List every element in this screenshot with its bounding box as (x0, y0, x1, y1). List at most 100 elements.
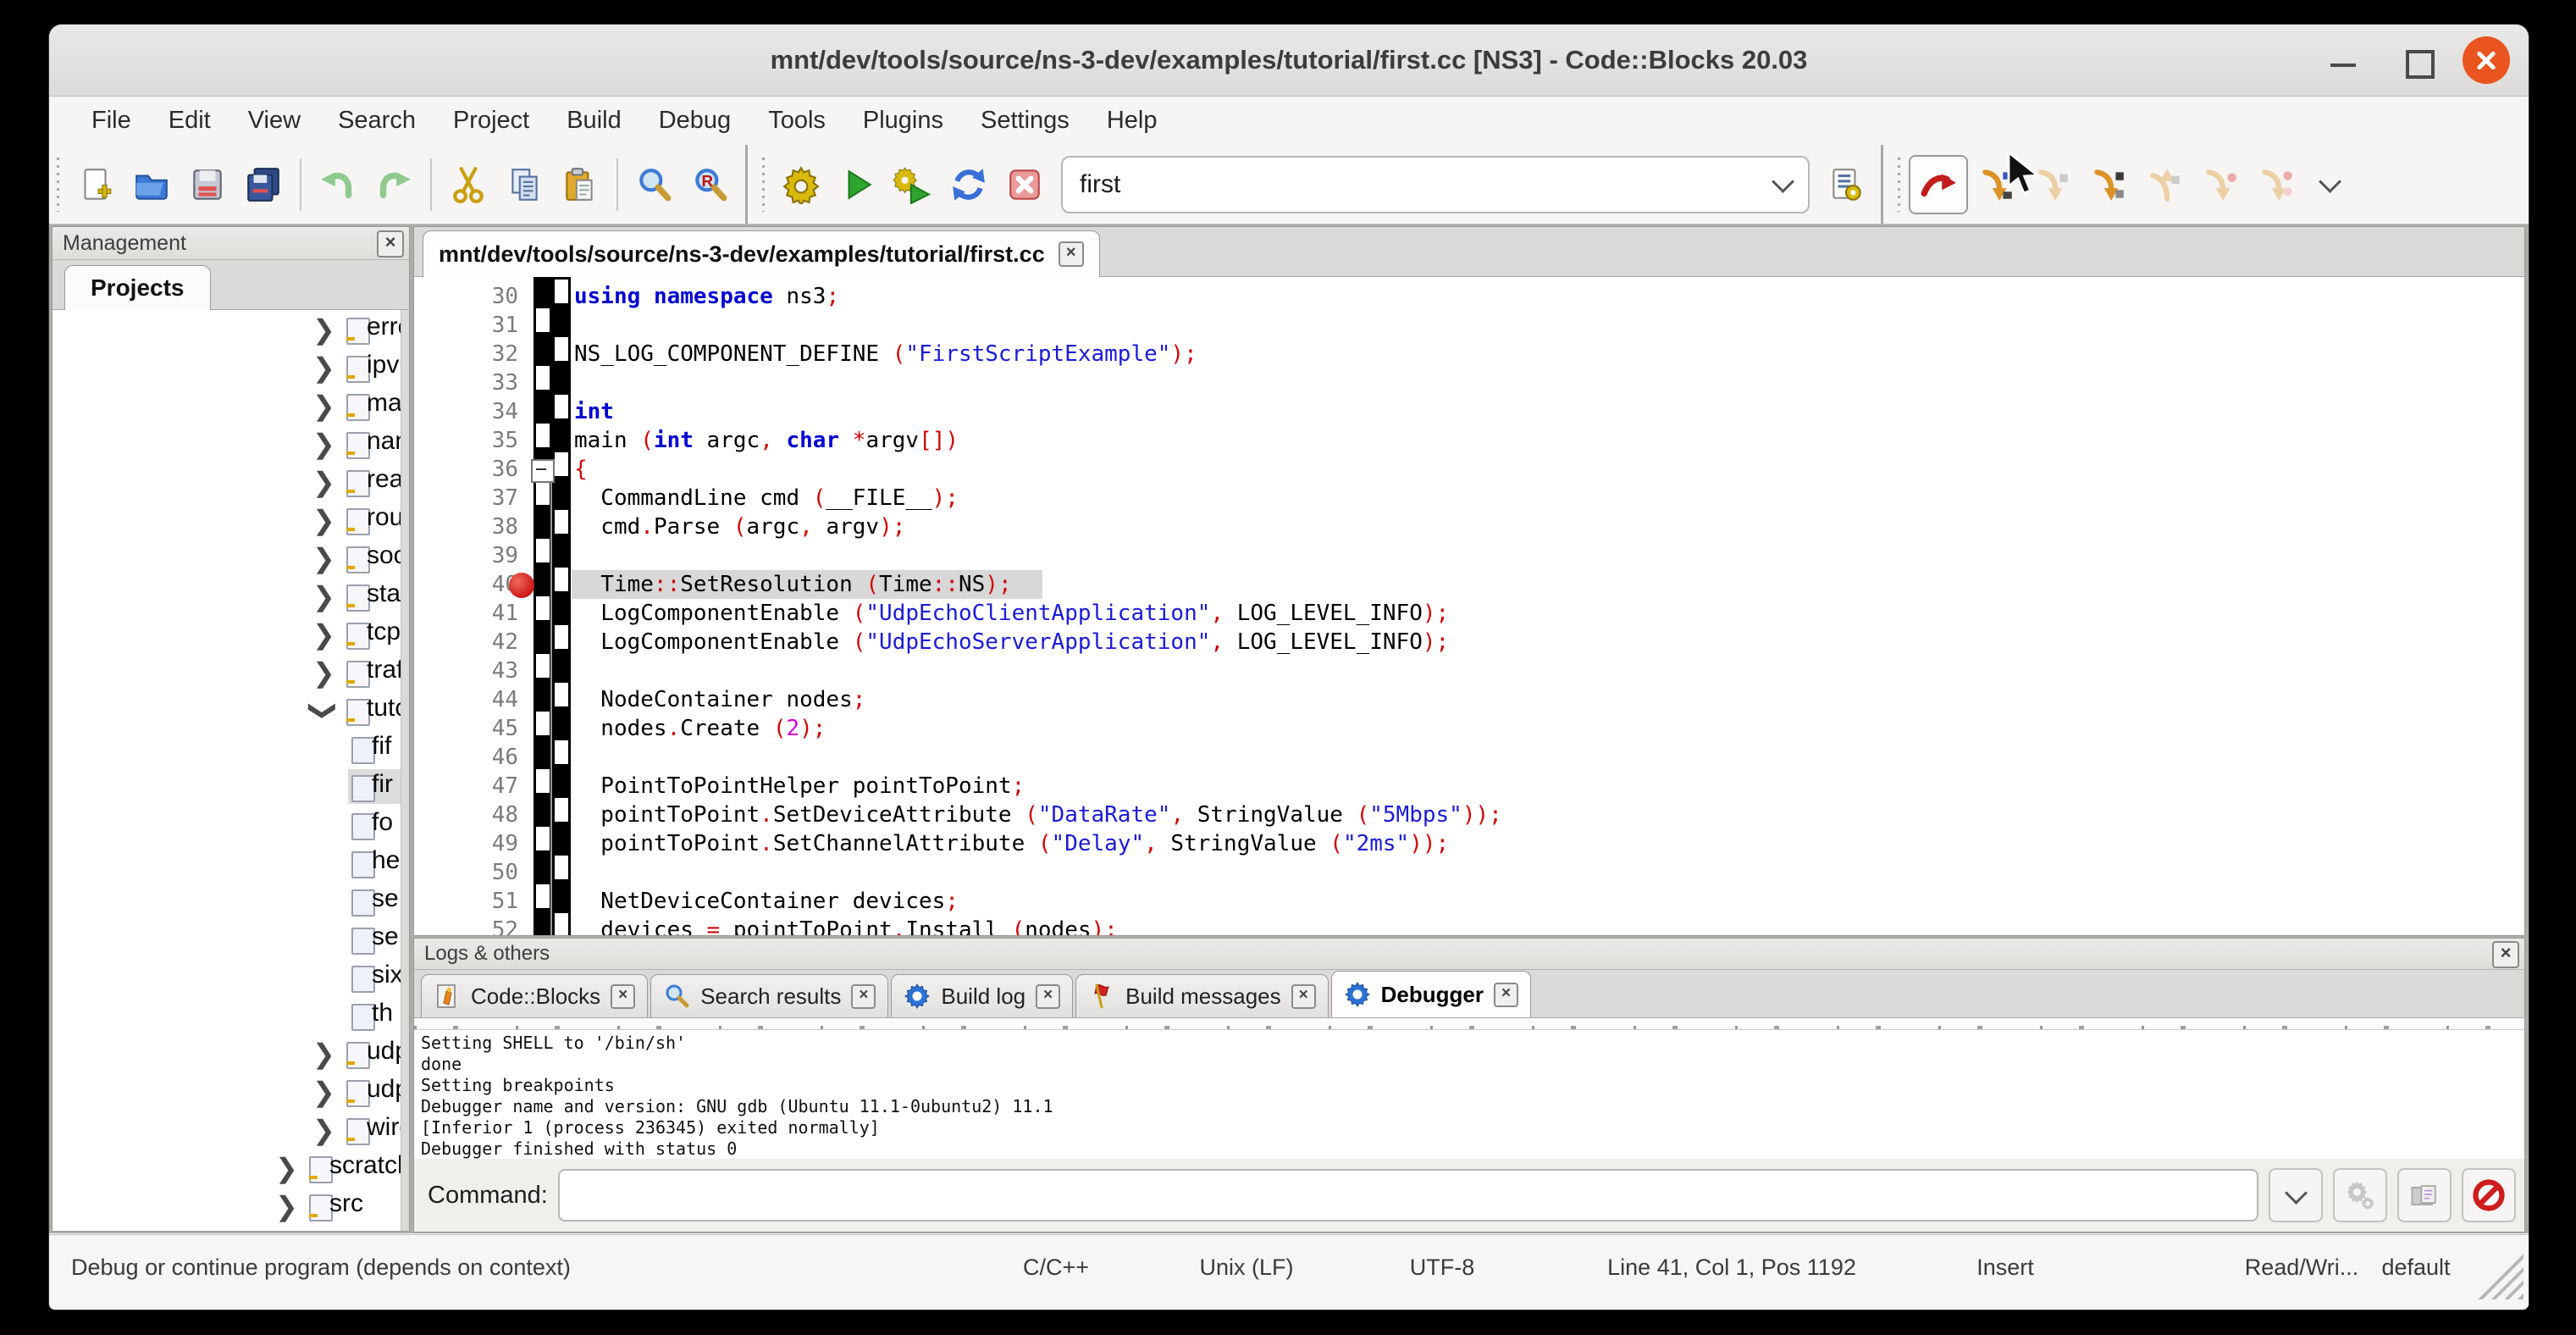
code-line-47[interactable]: 47 PointToPointHelper pointToPoint; (414, 772, 2524, 800)
menu-edit[interactable]: Edit (150, 97, 229, 145)
debugger-log[interactable]: Setting SHELL to '/bin/sh'doneSetting br… (414, 1030, 2524, 1163)
chevron-right-icon[interactable]: ❯ (312, 1114, 335, 1146)
build-target-select[interactable]: first (1061, 156, 1810, 213)
code-line-34[interactable]: 34int (414, 397, 2524, 426)
menu-view[interactable]: View (229, 97, 319, 145)
save-button[interactable] (180, 157, 235, 213)
tree-item-he[interactable]: he (53, 844, 409, 882)
menu-help[interactable]: Help (1088, 97, 1176, 145)
build-target-options-button[interactable] (1818, 157, 1874, 213)
menu-build[interactable]: Build (548, 97, 640, 145)
tree-item-nam[interactable]: ❯nam (53, 424, 409, 463)
code-line-51[interactable]: 51 NetDeviceContainer devices; (414, 887, 2524, 916)
code-line-38[interactable]: 38 cmd.Parse (argc, argv); (414, 512, 2524, 541)
code-line-42[interactable]: 42 LogComponentEnable ("UdpEchoServerApp… (414, 628, 2524, 656)
log-tab-code-blocks[interactable]: Code::Blocks× (421, 974, 648, 1017)
chevron-right-icon[interactable]: ❯ (312, 313, 335, 346)
log-tab-search-results[interactable]: Search results× (650, 974, 888, 1017)
maximize-button[interactable] (2400, 43, 2437, 80)
log-tab-close-icon[interactable]: × (1291, 984, 1316, 1009)
tree-item-scratch[interactable]: ❯scratch (53, 1149, 409, 1187)
menu-settings[interactable]: Settings (962, 97, 1088, 145)
log-tab-close-icon[interactable]: × (1494, 983, 1518, 1007)
tree-item-six[interactable]: six (53, 958, 409, 996)
tree-item-wire[interactable]: ❯wire (53, 1111, 409, 1149)
open-file-button[interactable] (124, 157, 180, 213)
chevron-down-icon[interactable]: ❯ (307, 700, 340, 723)
code-line-41[interactable]: 41 LogComponentEnable ("UdpEchoClientApp… (414, 599, 2524, 628)
tree-item-reall[interactable]: ❯reall (53, 463, 409, 501)
menu-search[interactable]: Search (319, 97, 434, 145)
tree-item-ipv6[interactable]: ❯ipv6 (53, 348, 409, 386)
toolbar-grip[interactable] (1895, 158, 1904, 212)
tree-item-th[interactable]: th (53, 996, 409, 1034)
chevron-right-icon[interactable]: ❯ (275, 1190, 298, 1222)
chevron-right-icon[interactable]: ❯ (312, 580, 335, 612)
chevron-right-icon[interactable]: ❯ (312, 1038, 335, 1070)
tree-item-se[interactable]: se (53, 920, 409, 958)
log-tab-close-icon[interactable]: × (851, 984, 876, 1009)
code-line-31[interactable]: 31 (414, 311, 2524, 340)
breakpoint-marker[interactable] (509, 573, 534, 598)
titlebar[interactable]: mnt/dev/tools/source/ns-3-dev/examples/t… (49, 25, 2529, 97)
log-tab-build-messages[interactable]: Build messages× (1075, 974, 1329, 1017)
code-line-43[interactable]: 43 (414, 656, 2524, 685)
log-tab-close-icon[interactable]: × (611, 984, 635, 1009)
tree-item-mat[interactable]: ❯mat (53, 386, 409, 424)
step-into-button[interactable] (2080, 157, 2136, 213)
save-all-button[interactable] (235, 157, 291, 213)
paste-button[interactable] (552, 157, 608, 213)
code-line-48[interactable]: 48 pointToPoint.SetDeviceAttribute ("Dat… (414, 800, 2524, 829)
editor-tab-close-icon[interactable]: × (1059, 241, 1084, 267)
log-tab-close-icon[interactable]: × (1036, 984, 1060, 1009)
code-line-52[interactable]: 52 devices = pointToPoint.Install (nodes… (414, 916, 2524, 935)
replace-button[interactable]: R (683, 157, 738, 213)
next-instruction-button[interactable] (2192, 157, 2247, 213)
command-history-button[interactable] (2269, 1168, 2323, 1222)
tree-item-erro[interactable]: ❯erro (53, 310, 409, 348)
chevron-right-icon[interactable]: ❯ (312, 542, 335, 574)
run-button[interactable] (829, 157, 885, 213)
code-line-40[interactable]: 40 Time::SetResolution (Time::NS); (414, 570, 2524, 599)
tree-item-udp[interactable]: ❯udp (53, 1034, 409, 1072)
find-button[interactable] (627, 157, 683, 213)
chevron-right-icon[interactable]: ❯ (312, 504, 335, 536)
chevron-right-icon[interactable]: ❯ (312, 428, 335, 460)
code-line-37[interactable]: 37 CommandLine cmd (__FILE__); (414, 484, 2524, 512)
code-line-49[interactable]: 49 pointToPoint.SetChannelAttribute ("De… (414, 829, 2524, 858)
new-file-button[interactable] (68, 157, 124, 213)
chevron-right-icon[interactable]: ❯ (312, 618, 335, 651)
chevron-right-icon[interactable]: ❯ (312, 656, 335, 689)
tree-item-se[interactable]: se (53, 882, 409, 920)
close-button[interactable] (2463, 36, 2510, 84)
chevron-right-icon[interactable]: ❯ (312, 390, 335, 422)
tab-projects[interactable]: Projects (64, 265, 211, 310)
toolbar-overflow-chevron-icon[interactable] (2319, 170, 2341, 193)
step-out-button[interactable] (2136, 157, 2192, 213)
log-tab-debugger[interactable]: Debugger× (1331, 971, 1531, 1017)
code-line-33[interactable]: 33 (414, 368, 2524, 397)
abort-build-button[interactable] (997, 157, 1053, 213)
tree-item-rout[interactable]: ❯rout (53, 501, 409, 539)
toolbar-grip[interactable] (54, 158, 63, 212)
code-line-35[interactable]: 35main (int argc, char *argv[]) (414, 426, 2524, 455)
code-line-32[interactable]: 32NS_LOG_COMPONENT_DEFINE ("FirstScriptE… (414, 340, 2524, 368)
tree-scrollbar[interactable] (401, 310, 409, 1231)
tree-item-tcp[interactable]: ❯tcp (53, 615, 409, 653)
tree-item-src[interactable]: ❯src (53, 1187, 409, 1225)
code-line-50[interactable]: 50 (414, 858, 2524, 887)
menu-plugins[interactable]: Plugins (844, 97, 962, 145)
menu-project[interactable]: Project (434, 97, 548, 145)
code-line-30[interactable]: 30using namespace ns3; (414, 282, 2524, 311)
resize-grip[interactable] (2474, 1250, 2523, 1299)
chevron-right-icon[interactable]: ❯ (275, 1152, 298, 1184)
copy-log-button[interactable] (2397, 1168, 2452, 1222)
step-into-instruction-button[interactable] (2247, 157, 2303, 213)
fold-collapse-icon[interactable] (531, 459, 555, 483)
toolbar-grip[interactable] (760, 158, 768, 212)
rebuild-button[interactable] (941, 157, 997, 213)
tree-item-fif[interactable]: fif (53, 729, 409, 767)
redo-button[interactable] (366, 157, 422, 213)
command-input[interactable] (558, 1169, 2258, 1221)
copy-button[interactable] (496, 157, 552, 213)
